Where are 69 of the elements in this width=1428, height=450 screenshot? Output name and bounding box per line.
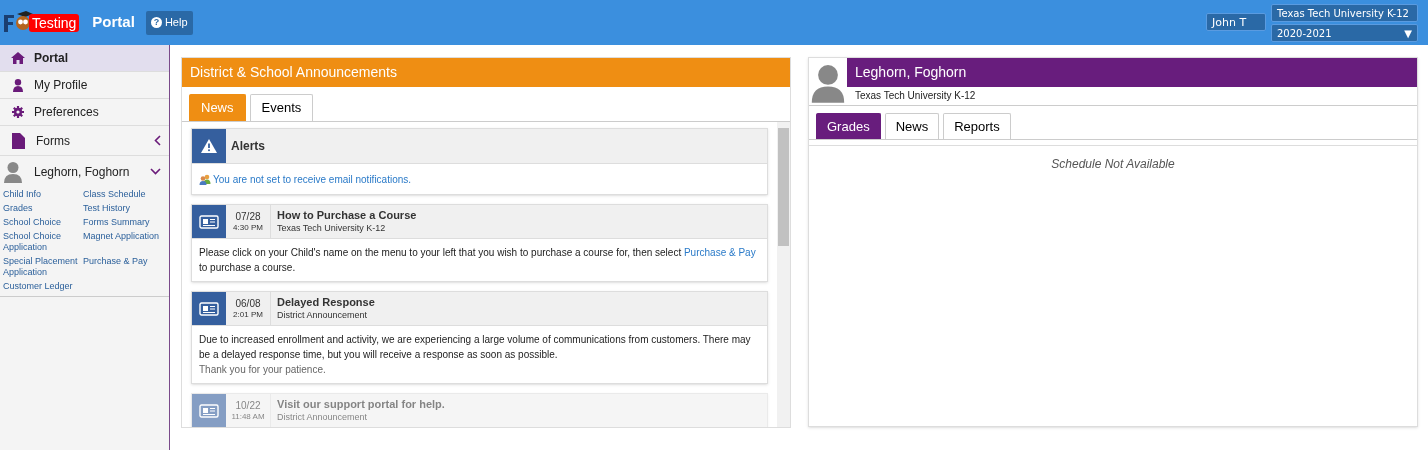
post-date: 10/22	[235, 399, 261, 411]
purchase-pay-link[interactable]: Purchase & Pay	[683, 247, 756, 258]
help-button[interactable]: ? Help	[145, 10, 193, 35]
student-link[interactable]: Purchase & Pay	[83, 256, 163, 278]
document-icon	[11, 132, 25, 149]
year-dropdown[interactable]: 2020-2021 ▼	[1271, 23, 1418, 42]
tab[interactable]: News	[884, 113, 940, 139]
post-body: Due to increased enrollment and activity, we are experiencing a large volume of communications from customers. There may be a delayed response time, but you will receive a response as soon as possible.	[199, 333, 752, 362]
sidebar-item[interactable]: Preferences	[0, 99, 169, 126]
student-link[interactable]: Customer Ledger	[3, 281, 83, 292]
student-link[interactable]: Special Placement Application	[3, 256, 83, 278]
post-date: 07/28	[235, 210, 261, 222]
chevron-down-icon[interactable]	[150, 168, 161, 175]
sidebar-label: Preferences	[34, 104, 100, 121]
student-link[interactable]: School Choice Application	[3, 231, 83, 253]
alert-title: Alerts	[231, 138, 265, 155]
student-link[interactable]: Test History	[83, 203, 163, 214]
student-link[interactable]: Child Info	[3, 189, 83, 200]
newspaper-icon	[199, 214, 219, 229]
year-value: 2020-2021	[1277, 26, 1332, 41]
post-source: District Announcement	[277, 308, 369, 322]
notification-link[interactable]: You are not set to receive email notifications.	[213, 171, 412, 187]
post-time: 4:30 PM	[233, 221, 263, 233]
empty-schedule-message: Schedule Not Available	[1050, 156, 1176, 173]
avatar-icon	[3, 159, 23, 184]
panel-header: District & School Announcements	[182, 58, 790, 87]
tab[interactable]: Reports	[943, 113, 1011, 139]
environment-badge: Testing	[29, 13, 80, 32]
sidebar-item[interactable]: Forms	[0, 126, 169, 156]
post-date: 06/08	[235, 297, 261, 309]
tab[interactable]: Grades	[816, 113, 881, 139]
people-icon	[199, 173, 211, 185]
warning-icon	[201, 139, 217, 153]
post-title: Delayed Response	[277, 295, 375, 309]
post-body: Please click on your Child's name on the menu to your left that you wish to purchase a course for, then select Purchase & Pay to purchase a course.	[199, 246, 757, 275]
student-link[interactable]: School Choice	[3, 217, 83, 228]
newspaper-icon	[199, 403, 219, 418]
student-name: Leghorn, Foghorn	[34, 163, 131, 181]
student-link[interactable]: Magnet Application	[83, 231, 163, 253]
post-source: Texas Tech University K-12	[277, 221, 387, 235]
help-icon: ?	[150, 17, 162, 28]
sidebar-item[interactable]: My Profile	[0, 72, 169, 99]
post-source: District Announcement	[277, 410, 369, 424]
post-title: How to Purchase a Course	[277, 208, 417, 222]
sidebar-label: Portal	[34, 50, 69, 67]
student-school: Texas Tech University K-12	[854, 89, 977, 103]
chevron-left-icon[interactable]	[154, 135, 161, 146]
sidebar-item[interactable]: Portal	[0, 45, 169, 72]
post-time: 11:48 AM	[231, 410, 265, 422]
home-icon	[11, 52, 25, 64]
post-note: Thank you for your patience.	[199, 363, 327, 377]
student-menu-item[interactable]: Leghorn, Foghorn	[0, 156, 169, 187]
user-name[interactable]: John T	[1206, 12, 1266, 31]
settings-icon	[12, 106, 24, 118]
sidebar-label: Forms	[36, 132, 71, 150]
student-header: Leghorn, Foghorn	[847, 58, 1417, 87]
district-selector[interactable]: Texas Tech University K-12	[1271, 3, 1418, 22]
student-link[interactable]: Forms Summary	[83, 217, 163, 228]
scrollbar[interactable]	[777, 122, 790, 427]
post-time: 2:01 PM	[233, 308, 263, 320]
sidebar-label: My Profile	[34, 77, 89, 94]
student-link[interactable]: Class Schedule	[83, 189, 163, 200]
tab[interactable]: Events	[249, 94, 314, 121]
user-icon	[13, 78, 23, 92]
newspaper-icon	[199, 301, 219, 316]
app-title: Portal	[92, 12, 135, 33]
post-title: Visit our support portal for help.	[277, 397, 445, 411]
dropdown-arrow: ▼	[1404, 26, 1412, 41]
student-link[interactable]: Grades	[3, 203, 83, 214]
